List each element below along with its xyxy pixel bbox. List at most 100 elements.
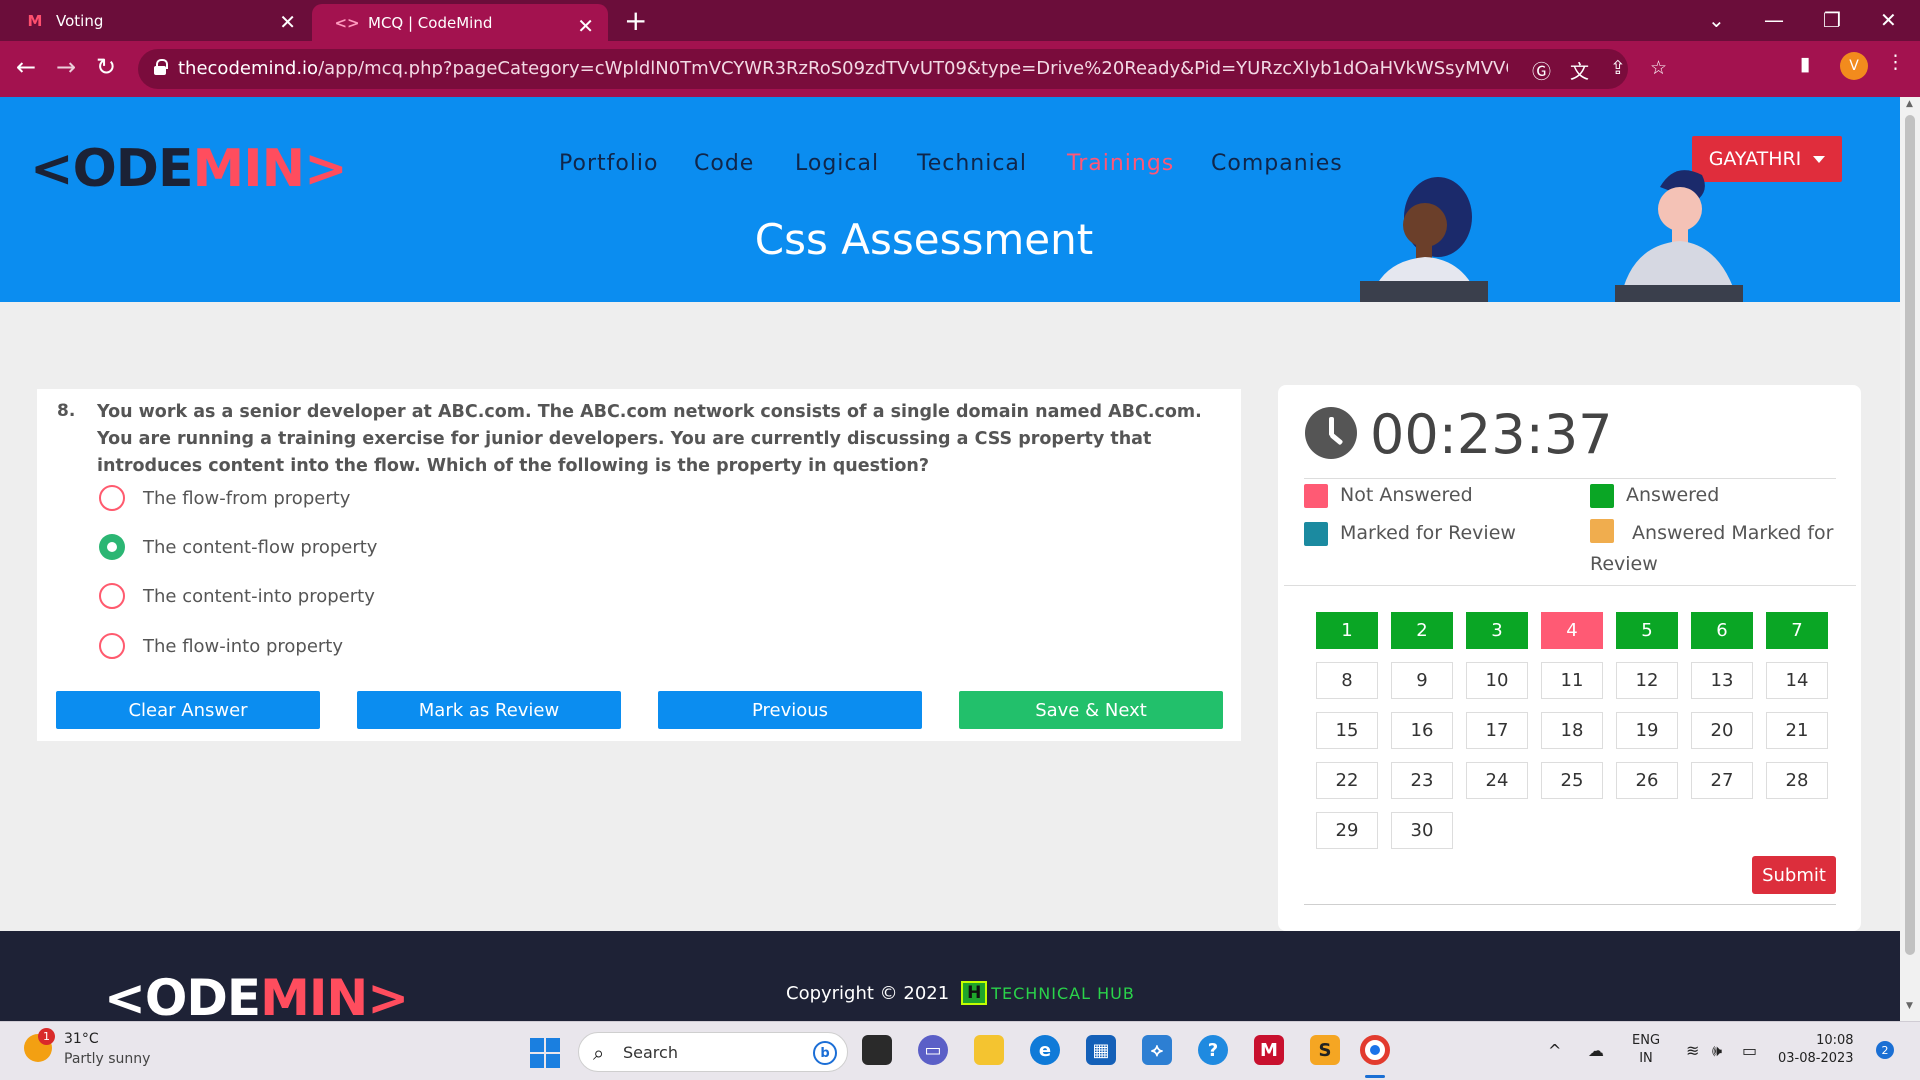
question-palette-button[interactable]: 29 — [1316, 812, 1378, 849]
tab-voting[interactable]: M Voting ✕ — [0, 0, 310, 41]
nav-technical[interactable]: Technical — [917, 151, 1027, 176]
url-text[interactable]: thecodemind.io/app/mcq.php?pageCategory=… — [178, 58, 1508, 79]
chrome-icon[interactable] — [1360, 1035, 1390, 1065]
question-palette-button[interactable]: 13 — [1691, 662, 1753, 699]
question-palette-button[interactable]: 12 — [1616, 662, 1678, 699]
question-palette-button[interactable]: 1 — [1316, 612, 1378, 649]
radio-button[interactable] — [99, 485, 125, 511]
question-palette-button[interactable]: 11 — [1541, 662, 1603, 699]
tab-search-chevron-icon[interactable]: ⌄ — [1708, 8, 1725, 32]
close-window-icon[interactable]: ✕ — [1880, 8, 1897, 32]
question-palette-button[interactable]: 14 — [1766, 662, 1828, 699]
minimize-icon[interactable]: — — [1764, 8, 1784, 32]
cloud-sync-icon[interactable]: ☁ — [1588, 1041, 1604, 1060]
share-icon[interactable]: ⇪ — [1610, 57, 1626, 79]
weather-temperature[interactable]: 31°C — [64, 1031, 99, 1047]
previous-button[interactable]: Previous — [658, 691, 922, 729]
task-view-icon[interactable] — [862, 1035, 892, 1065]
language-indicator[interactable]: ENG IN — [1632, 1032, 1660, 1068]
option-2[interactable]: The content-flow property — [99, 532, 377, 562]
sublime-text-icon[interactable]: S — [1310, 1035, 1340, 1065]
profile-avatar[interactable]: V — [1840, 52, 1868, 80]
option-3[interactable]: The content-into property — [99, 581, 375, 611]
question-palette-button[interactable]: 19 — [1616, 712, 1678, 749]
teams-chat-icon[interactable]: ▭ — [918, 1035, 948, 1065]
close-tab-icon[interactable]: ✕ — [279, 10, 296, 34]
bookmark-star-icon[interactable]: ☆ — [1650, 57, 1667, 79]
option-4[interactable]: The flow-into property — [99, 631, 343, 661]
store-icon[interactable]: ▦ — [1086, 1035, 1116, 1065]
edge-icon[interactable]: e — [1030, 1035, 1060, 1065]
nav-companies[interactable]: Companies — [1211, 151, 1343, 176]
question-palette-button[interactable]: 16 — [1391, 712, 1453, 749]
question-palette-button[interactable]: 4 — [1541, 612, 1603, 649]
translate-icon[interactable]: ⽂ — [1570, 57, 1589, 84]
footer-codemind-logo[interactable]: <ODEMIN> — [104, 969, 409, 1021]
scroll-down-arrow-icon[interactable]: ▼ — [1906, 1001, 1913, 1011]
question-palette-button[interactable]: 22 — [1316, 762, 1378, 799]
reload-icon[interactable]: ↻ — [96, 53, 116, 81]
question-palette-button[interactable]: 20 — [1691, 712, 1753, 749]
lock-icon[interactable] — [154, 59, 168, 75]
codemind-logo[interactable]: <ODEMIN> — [30, 139, 348, 199]
bing-icon[interactable]: b — [813, 1041, 837, 1065]
new-tab-icon[interactable]: + — [624, 4, 647, 37]
question-palette-button[interactable]: 28 — [1766, 762, 1828, 799]
back-icon[interactable]: ← — [16, 53, 36, 81]
question-palette-button[interactable]: 24 — [1466, 762, 1528, 799]
question-palette-button[interactable]: 10 — [1466, 662, 1528, 699]
notification-badge[interactable]: 2 — [1876, 1041, 1894, 1059]
nav-code[interactable]: Code — [694, 151, 754, 176]
question-palette-button[interactable]: 18 — [1541, 712, 1603, 749]
question-palette-button[interactable]: 15 — [1316, 712, 1378, 749]
submit-button[interactable]: Submit — [1752, 856, 1836, 894]
address-bar[interactable]: thecodemind.io/app/mcq.php?pageCategory=… — [138, 49, 1667, 89]
menu-kebab-icon[interactable]: ⋮ — [1886, 51, 1905, 73]
clear-answer-button[interactable]: Clear Answer — [56, 691, 320, 729]
question-palette-button[interactable]: 9 — [1391, 662, 1453, 699]
question-palette-button[interactable]: 25 — [1541, 762, 1603, 799]
nav-logical[interactable]: Logical — [795, 151, 879, 176]
question-palette-button[interactable]: 26 — [1616, 762, 1678, 799]
question-palette-button[interactable]: 17 — [1466, 712, 1528, 749]
radio-button-selected[interactable] — [99, 534, 125, 560]
question-palette-button[interactable]: 3 — [1466, 612, 1528, 649]
forward-icon[interactable]: → — [56, 53, 76, 81]
close-tab-icon[interactable]: ✕ — [577, 14, 594, 38]
weather-condition[interactable]: Partly sunny — [64, 1051, 150, 1067]
windows-start-icon[interactable] — [530, 1038, 560, 1068]
vpn-app-icon[interactable]: ⟡ — [1142, 1035, 1172, 1065]
battery-icon[interactable]: ▭ — [1742, 1041, 1757, 1060]
scrollbar-thumb[interactable] — [1905, 115, 1915, 955]
google-icon[interactable]: Ⓖ — [1532, 57, 1551, 84]
help-app-icon[interactable]: ? — [1198, 1035, 1228, 1065]
option-1[interactable]: The flow-from property — [99, 483, 350, 513]
taskbar-clock[interactable]: 10:08 03-08-2023 — [1778, 1032, 1854, 1068]
question-palette-button[interactable]: 8 — [1316, 662, 1378, 699]
question-palette-button[interactable]: 30 — [1391, 812, 1453, 849]
question-palette-button[interactable]: 21 — [1766, 712, 1828, 749]
nav-portfolio[interactable]: Portfolio — [559, 151, 659, 176]
save-next-button[interactable]: Save & Next — [959, 691, 1223, 729]
taskbar-search[interactable]: ⌕ Search b — [578, 1032, 848, 1072]
question-palette-button[interactable]: 7 — [1766, 612, 1828, 649]
question-palette-button[interactable]: 23 — [1391, 762, 1453, 799]
file-explorer-icon[interactable] — [974, 1035, 1004, 1065]
page-scrollbar[interactable]: ▲ ▼ — [1900, 97, 1920, 1021]
volume-icon[interactable]: 🕪 — [1712, 1041, 1722, 1061]
show-hidden-icons-icon[interactable]: ^ — [1548, 1041, 1561, 1060]
mcafee-icon[interactable]: M — [1254, 1035, 1284, 1065]
question-palette-button[interactable]: 27 — [1691, 762, 1753, 799]
radio-button[interactable] — [99, 633, 125, 659]
question-palette-button[interactable]: 2 — [1391, 612, 1453, 649]
mark-review-button[interactable]: Mark as Review — [357, 691, 621, 729]
nav-trainings[interactable]: Trainings — [1067, 151, 1174, 176]
tab-mcq-codemind[interactable]: <> MCQ | CodeMind ✕ — [312, 4, 608, 41]
question-palette-button[interactable]: 5 — [1616, 612, 1678, 649]
radio-button[interactable] — [99, 583, 125, 609]
scroll-up-arrow-icon[interactable]: ▲ — [1906, 99, 1913, 109]
wifi-icon[interactable]: ≋ — [1686, 1041, 1699, 1060]
question-palette-button[interactable]: 6 — [1691, 612, 1753, 649]
restore-icon[interactable]: ❐ — [1823, 8, 1841, 32]
side-panel-icon[interactable]: ▮ — [1800, 53, 1810, 75]
